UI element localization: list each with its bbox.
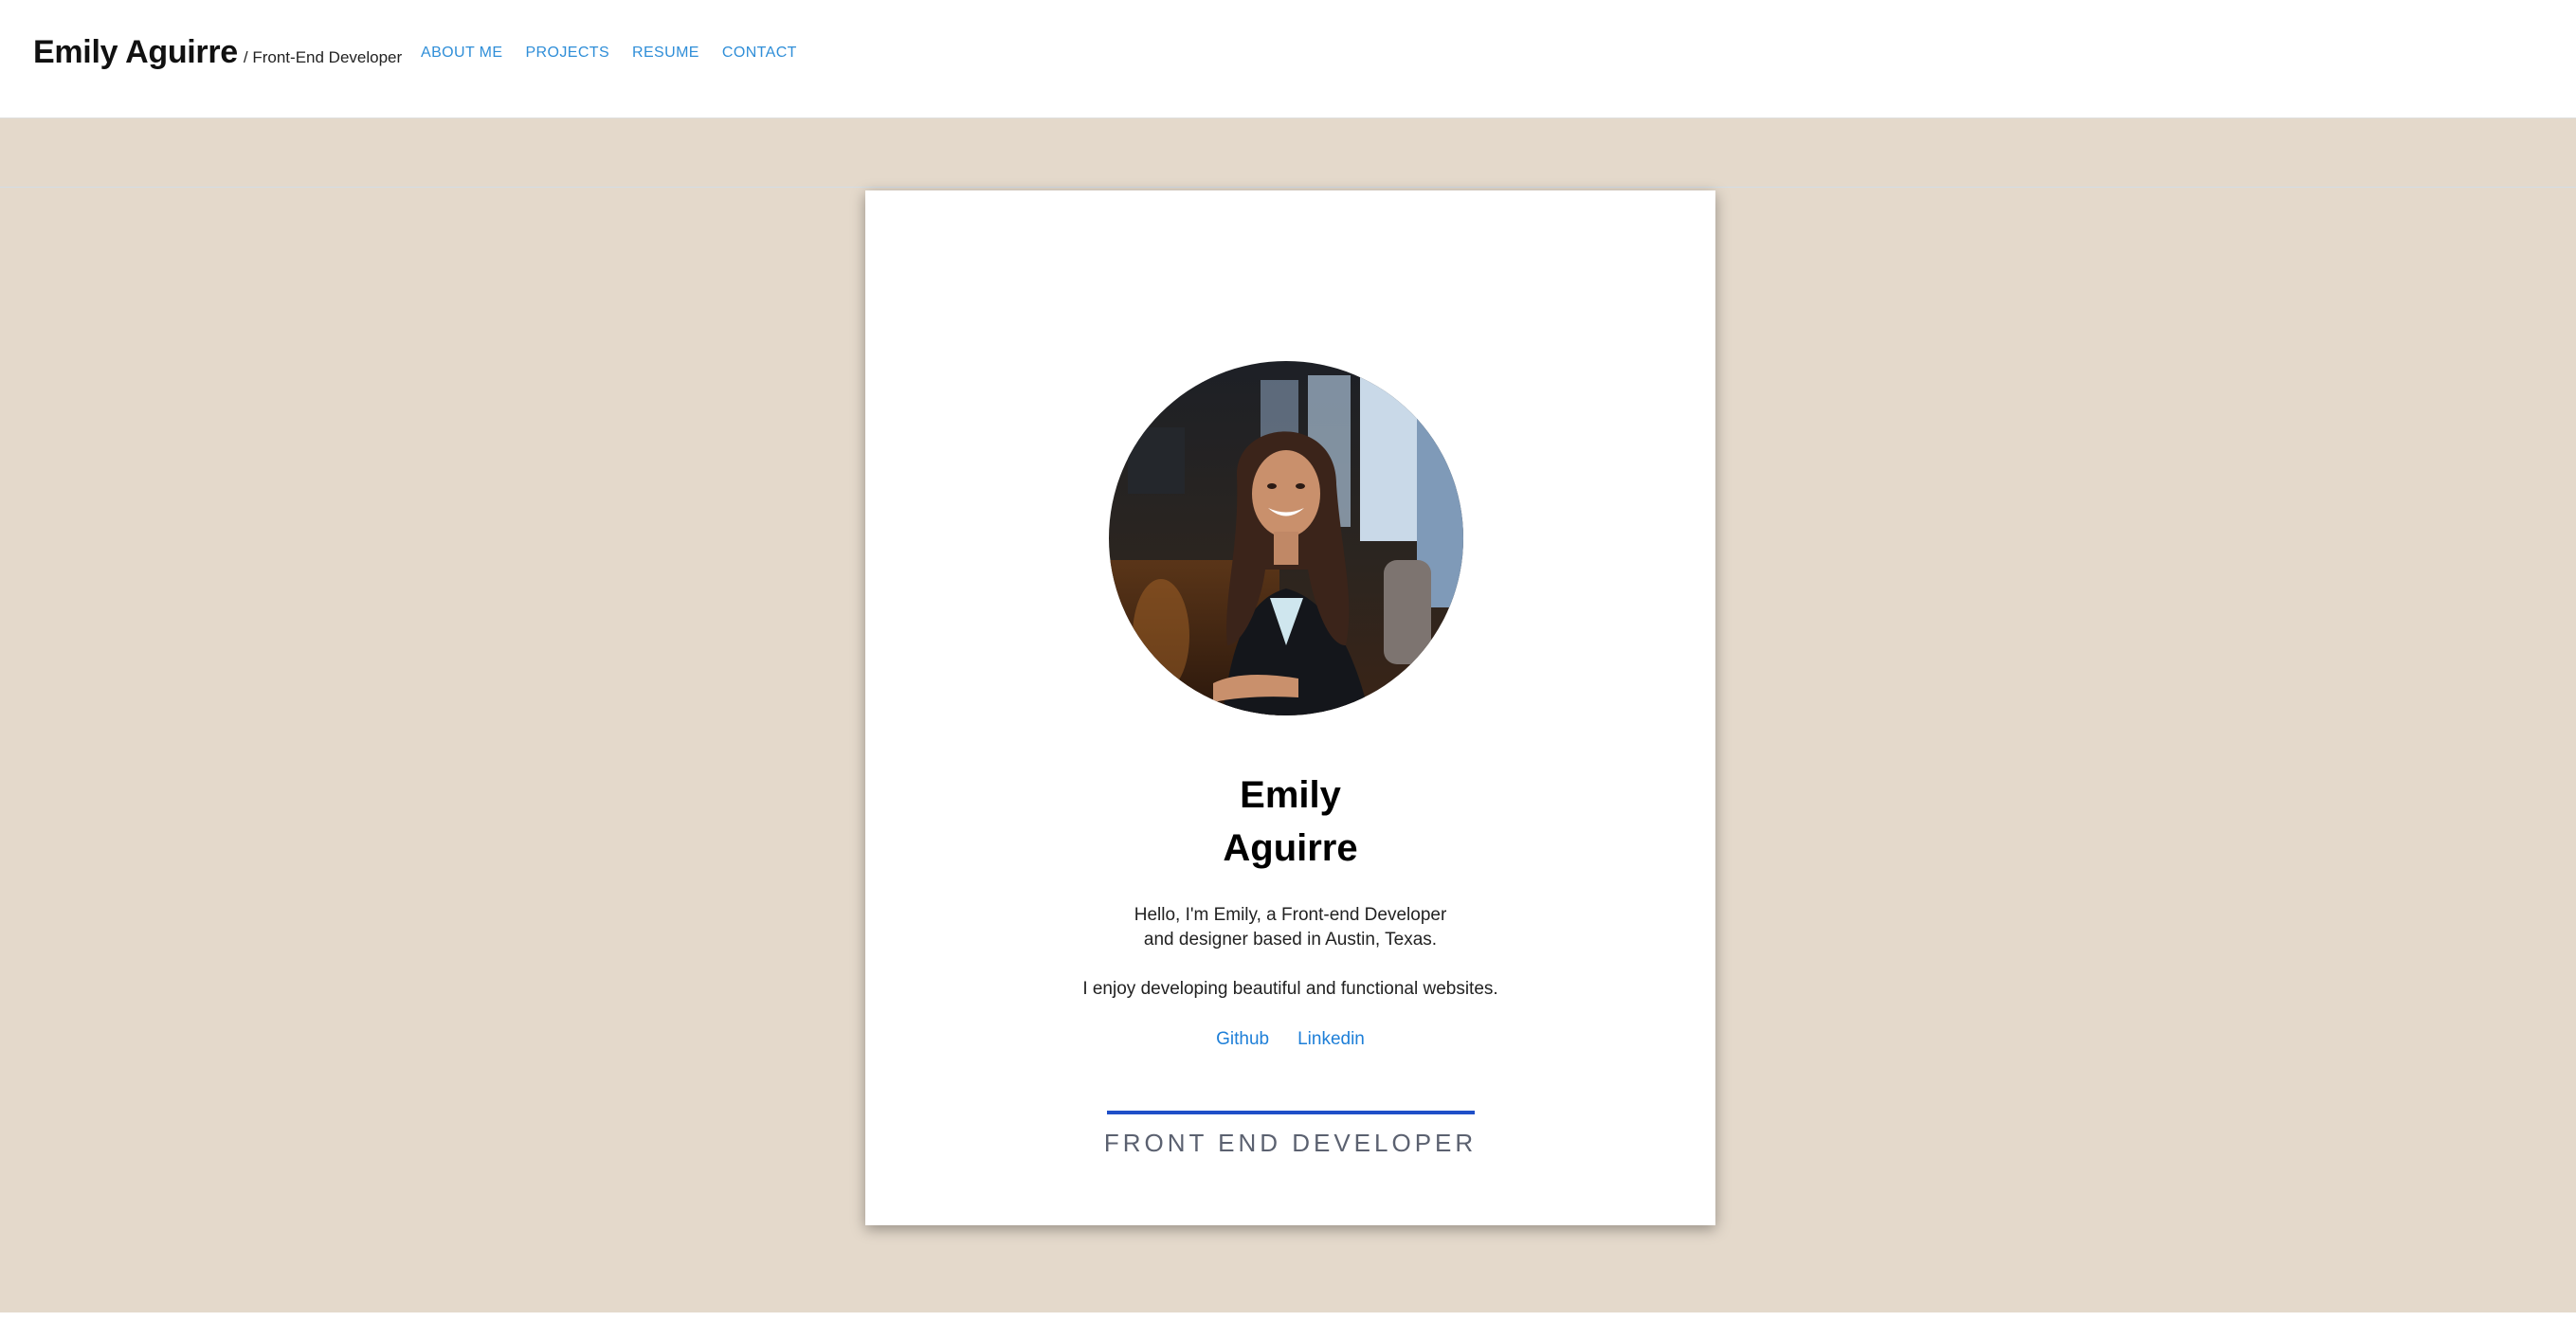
nav-about-me[interactable]: ABOUT ME bbox=[421, 45, 502, 62]
main-nav: ABOUT ME PROJECTS RESUME CONTACT bbox=[421, 45, 797, 62]
last-name: Aguirre bbox=[1223, 827, 1358, 869]
page-bottom-strip bbox=[0, 1312, 2576, 1321]
nav-projects[interactable]: PROJECTS bbox=[525, 45, 609, 62]
profile-card: Emily Aguirre Hello, I'm Emily, a Front-… bbox=[865, 190, 1715, 1225]
profile-bio: Hello, I'm Emily, a Front-end Developer … bbox=[865, 903, 1715, 1002]
brand-name[interactable]: Emily Aguirre bbox=[33, 34, 238, 71]
bio-line-2: and designer based in Austin, Texas. bbox=[1143, 930, 1438, 950]
github-link[interactable]: Github bbox=[1216, 1029, 1269, 1050]
avatar-photo bbox=[1109, 361, 1463, 715]
accent-divider bbox=[1107, 1111, 1475, 1114]
main-section: Emily Aguirre Hello, I'm Emily, a Front-… bbox=[0, 118, 2576, 1312]
profile-name: Emily Aguirre bbox=[865, 769, 1715, 875]
linkedin-link[interactable]: Linkedin bbox=[1297, 1029, 1365, 1050]
nav-contact[interactable]: CONTACT bbox=[722, 45, 797, 62]
bio-line-3: I enjoy developing beautiful and functio… bbox=[1082, 979, 1498, 999]
first-name: Emily bbox=[1240, 774, 1341, 816]
brand[interactable]: Emily Aguirre / Front-End Developer bbox=[33, 34, 402, 71]
divider bbox=[0, 187, 2576, 188]
role-title: FRONT END DEVELOPER bbox=[1103, 1129, 1478, 1157]
nav-resume[interactable]: RESUME bbox=[632, 45, 699, 62]
avatar-illustration bbox=[1109, 361, 1463, 715]
brand-subtitle: / Front-End Developer bbox=[243, 48, 403, 66]
bio-line-1: Hello, I'm Emily, a Front-end Developer bbox=[1134, 905, 1447, 925]
social-links: Github Linkedin bbox=[865, 1029, 1715, 1050]
site-header: Emily Aguirre / Front-End Developer ABOU… bbox=[0, 0, 2576, 118]
